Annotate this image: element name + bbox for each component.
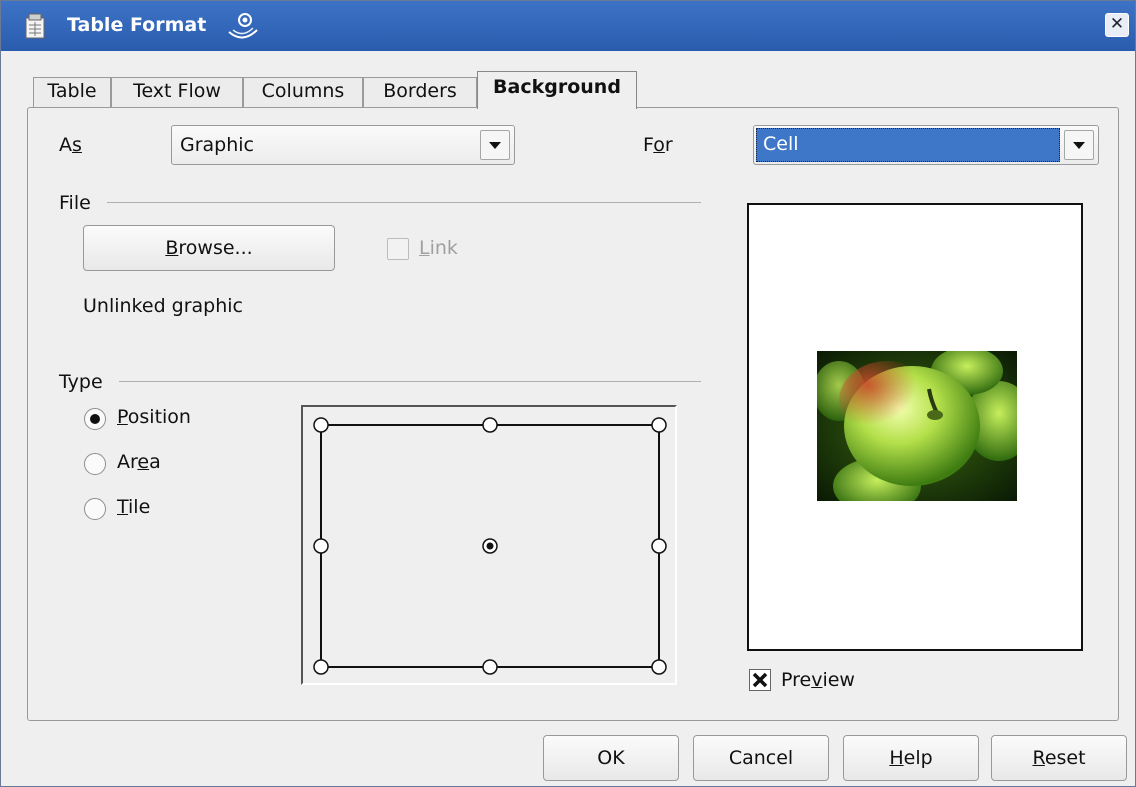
close-button[interactable]: ✕ (1105, 13, 1129, 37)
position-radio[interactable] (84, 408, 106, 430)
area-radio[interactable] (84, 453, 106, 475)
file-group-label: File (59, 192, 91, 214)
position-bottom-center (482, 659, 498, 675)
for-label: For (643, 134, 673, 156)
cancel-button[interactable]: Cancel (693, 735, 829, 781)
tile-radio[interactable] (84, 498, 106, 520)
as-dropdown[interactable]: Graphic (171, 125, 515, 165)
position-top-left (313, 417, 329, 433)
for-dropdown-value: Cell (756, 128, 1060, 162)
ok-button[interactable]: OK (543, 735, 679, 781)
dropdown-arrow-icon[interactable] (480, 130, 510, 160)
position-top-center (482, 417, 498, 433)
help-button[interactable]: Help (843, 735, 979, 781)
table-format-dialog: Table Format ✕ Table Text Flow Columns B… (0, 0, 1136, 787)
preview-area (747, 203, 1083, 651)
position-top-right (651, 417, 667, 433)
dropdown-arrow-icon[interactable] (1064, 130, 1094, 160)
link-checkbox[interactable] (387, 238, 409, 260)
tab-columns[interactable]: Columns (243, 77, 363, 107)
file-group-divider (107, 202, 701, 203)
tab-table[interactable]: Table (33, 77, 111, 107)
title-bar[interactable]: Table Format ✕ (1, 1, 1135, 51)
tile-label: Tile (117, 496, 151, 518)
preview-checkbox[interactable] (749, 669, 771, 691)
position-bottom-right (651, 659, 667, 675)
position-bottom-left (313, 659, 329, 675)
check-x-icon (752, 672, 768, 688)
position-label: Position (117, 406, 191, 428)
type-group-divider (119, 381, 701, 382)
window-title: Table Format (67, 14, 207, 36)
reset-button[interactable]: Reset (991, 735, 1127, 781)
position-middle-right (651, 538, 667, 554)
apple-image (817, 351, 1017, 501)
as-label: As (59, 134, 82, 156)
as-dropdown-value: Graphic (180, 134, 255, 156)
position-middle-left (313, 538, 329, 554)
preview-label: Preview (781, 669, 855, 691)
position-grid-graphic (313, 417, 667, 675)
tab-borders[interactable]: Borders (363, 77, 477, 107)
browse-button[interactable]: Browse... (83, 225, 335, 271)
link-label: Link (419, 237, 458, 259)
position-selector[interactable] (301, 405, 677, 685)
for-dropdown[interactable]: Cell (753, 125, 1099, 165)
tab-text-flow[interactable]: Text Flow (111, 77, 243, 107)
type-group-label: Type (59, 371, 103, 393)
table-document-icon (25, 13, 45, 39)
file-status-text: Unlinked graphic (83, 295, 244, 317)
swirl-icon (228, 13, 258, 39)
area-label: Area (117, 451, 161, 473)
tab-background[interactable]: Background (477, 71, 637, 109)
